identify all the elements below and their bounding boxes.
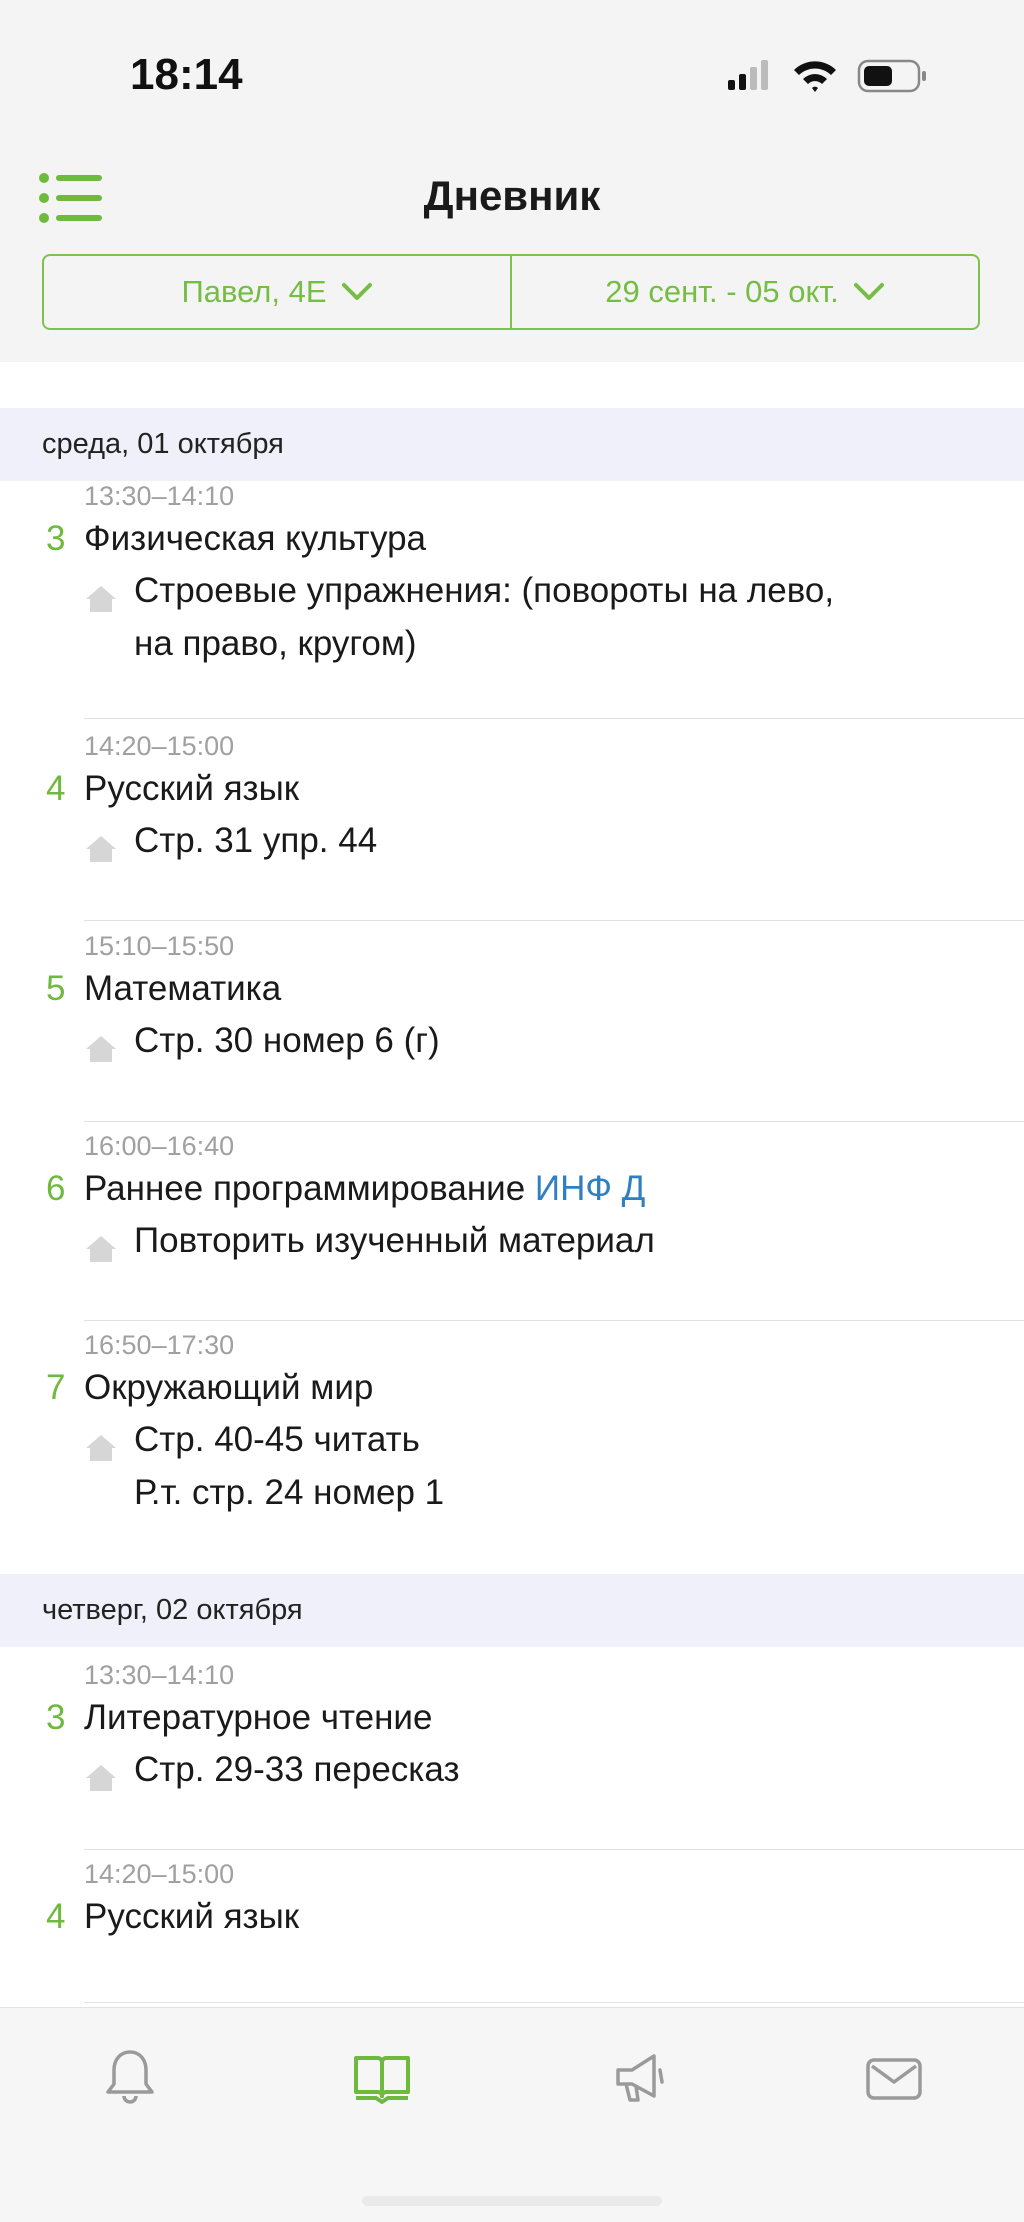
chevron-down-icon <box>341 283 372 300</box>
lesson-time: 13:30–14:10 <box>84 1660 235 1690</box>
home-icon <box>86 1236 116 1262</box>
divider <box>84 2002 1024 2003</box>
home-icon <box>86 1435 116 1461</box>
filter-selector: Павел, 4Е 29 сент. - 05 окт. <box>42 254 980 330</box>
lesson-time: 16:50–17:30 <box>84 1330 235 1360</box>
lesson-subject: Физическая культура <box>84 519 427 558</box>
home-icon <box>86 836 116 862</box>
week-selector[interactable]: 29 сент. - 05 окт. <box>510 256 978 328</box>
student-selector[interactable]: Павел, 4Е <box>44 256 510 328</box>
wifi-icon <box>794 61 836 92</box>
battery-icon <box>857 59 926 93</box>
lesson-homework: Повторить изученный материал <box>134 1221 655 1260</box>
home-icon <box>86 586 116 612</box>
lesson-number: 4 <box>46 1897 66 1936</box>
lesson-subject: Раннее программирование ИНФ Д <box>84 1169 646 1208</box>
lesson-time: 15:10–15:50 <box>84 931 235 961</box>
lesson-number: 5 <box>46 969 66 1008</box>
lesson-subject: Русский язык <box>84 769 300 808</box>
lesson-time: 14:20–15:00 <box>84 1859 235 1889</box>
divider <box>84 1320 1024 1321</box>
day-header: четверг, 02 октября <box>0 1574 1024 1647</box>
lesson-number: 6 <box>46 1169 66 1208</box>
lesson-homework: Стр. 31 упр. 44 <box>134 821 378 860</box>
lesson-subject: Русский язык <box>84 1897 300 1936</box>
lesson-number: 3 <box>46 519 66 558</box>
lesson-subject: Литературное чтение <box>84 1698 433 1737</box>
teacher-link[interactable]: ИНФ Д <box>535 1169 645 1208</box>
lesson-homework: Строевые упражнения: (повороты на лево, … <box>134 571 835 663</box>
week-label: 29 сент. - 05 окт. <box>605 274 839 309</box>
lesson-time: 16:00–16:40 <box>84 1131 235 1161</box>
home-icon <box>86 1036 116 1062</box>
lesson-subject: Окружающий мир <box>84 1368 374 1407</box>
home-icon <box>86 1765 116 1791</box>
status-bar: 18:14 <box>0 0 1024 150</box>
lesson-time: 14:20–15:00 <box>84 731 235 761</box>
book-icon[interactable] <box>350 2046 414 2110</box>
lesson-number: 3 <box>46 1698 66 1737</box>
day-header: среда, 01 октября <box>0 408 1024 481</box>
divider <box>84 1849 1024 1850</box>
divider <box>84 718 1024 719</box>
status-time: 18:14 <box>130 50 243 99</box>
student-label: Павел, 4Е <box>181 274 327 309</box>
bell-icon[interactable] <box>98 2046 162 2110</box>
chevron-down-icon <box>853 283 884 300</box>
cellular-signal-icon <box>728 60 768 90</box>
divider <box>84 920 1024 921</box>
lesson-number: 4 <box>46 769 66 808</box>
home-indicator <box>362 2196 662 2206</box>
lesson-number: 7 <box>46 1368 66 1407</box>
megaphone-icon[interactable] <box>608 2046 672 2110</box>
divider <box>84 1121 1024 1122</box>
page-title: Дневник <box>423 172 601 219</box>
lesson-homework: Стр. 40-45 читать Р.т. стр. 24 номер 1 <box>134 1420 445 1512</box>
lesson-homework: Стр. 30 номер 6 (г) <box>134 1021 440 1060</box>
day-header-label: четверг, 02 октября <box>42 1594 303 1626</box>
lesson-homework: Стр. 29-33 пересказ <box>134 1750 460 1789</box>
lesson-time: 13:30–14:10 <box>84 481 235 511</box>
lesson-subject: Математика <box>84 969 282 1008</box>
tab-bar <box>0 2007 1024 2222</box>
day-header-label: среда, 01 октября <box>42 428 284 460</box>
diary-list[interactable]: среда, 01 октября 13:30–14:10 3 Физическ… <box>0 362 1024 2007</box>
mail-icon[interactable] <box>862 2046 926 2110</box>
status-icons <box>728 59 926 93</box>
